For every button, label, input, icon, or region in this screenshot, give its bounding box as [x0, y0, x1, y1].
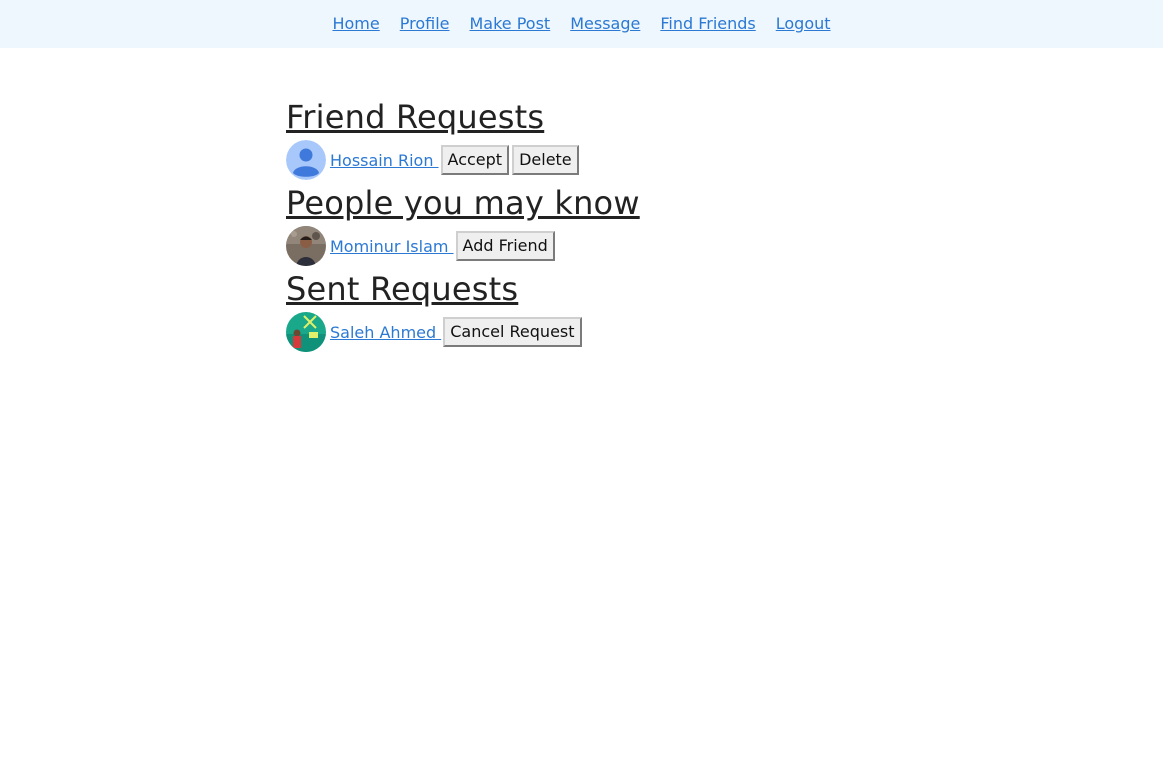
- sent-request-name-link[interactable]: Saleh Ahmed: [330, 323, 441, 342]
- nav-message-link[interactable]: Message: [570, 14, 640, 34]
- delete-button[interactable]: Delete: [512, 145, 579, 175]
- profile-photo-avatar: [286, 226, 326, 266]
- suggested-person-name-link[interactable]: Mominur Islam: [330, 237, 454, 256]
- friend-request-name-link[interactable]: Hossain Rion: [330, 151, 439, 170]
- nav-profile-link[interactable]: Profile: [400, 14, 450, 34]
- nav-logout-link[interactable]: Logout: [776, 14, 831, 34]
- top-navigation: Home Profile Make Post Message Find Frie…: [0, 0, 1163, 48]
- friend-request-row: Hossain Rion Accept Delete: [286, 139, 986, 181]
- cancel-request-button[interactable]: Cancel Request: [443, 317, 582, 347]
- default-user-avatar-icon: [286, 140, 326, 180]
- nav-home-link[interactable]: Home: [332, 14, 379, 34]
- nav-find-friends-link[interactable]: Find Friends: [660, 14, 755, 34]
- suggested-person-row: Mominur Islam Add Friend: [286, 225, 986, 267]
- friends-content: Friend Requests Hossain Rion Accept Dele…: [286, 95, 986, 353]
- people-you-may-know-heading: People you may know: [286, 184, 640, 222]
- profile-photo-avatar: [286, 312, 326, 352]
- add-friend-button[interactable]: Add Friend: [455, 231, 555, 261]
- sent-requests-heading: Sent Requests: [286, 270, 519, 308]
- friend-requests-heading: Friend Requests: [286, 98, 545, 136]
- accept-button[interactable]: Accept: [440, 145, 510, 175]
- nav-make-post-link[interactable]: Make Post: [469, 14, 550, 34]
- sent-request-row: Saleh Ahmed Cancel Request: [286, 311, 986, 353]
